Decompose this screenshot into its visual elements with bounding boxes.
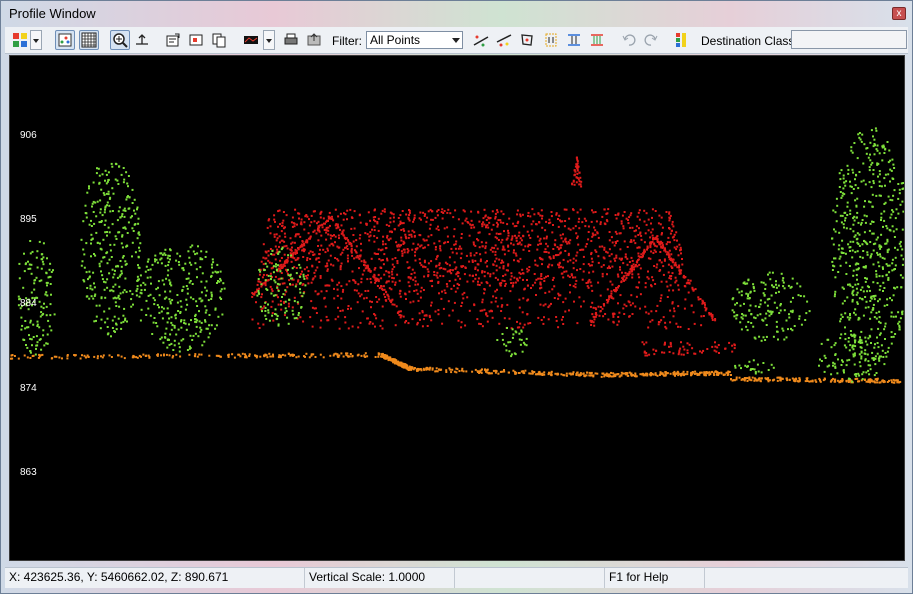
points-button[interactable] <box>55 30 75 50</box>
scatter-icon <box>58 33 72 47</box>
grid-button[interactable] <box>79 30 99 50</box>
classify-multi-button[interactable] <box>587 30 607 50</box>
y-tick-label: 884 <box>20 298 37 309</box>
toolbar: Filter: All Points Destination Class: <box>5 27 908 54</box>
multi-range-icon <box>591 34 603 46</box>
copy-view-icon <box>189 34 203 46</box>
undo-button[interactable] <box>619 30 639 50</box>
range-icon <box>568 34 580 46</box>
clipboard-button[interactable] <box>186 30 206 50</box>
zoom-button[interactable] <box>110 30 130 50</box>
line-style-icon <box>244 36 258 44</box>
y-tick-label: 874 <box>20 383 37 394</box>
profile-plot[interactable]: 906 895 884 874 863 <box>9 55 905 561</box>
pan-button[interactable] <box>132 30 152 50</box>
status-bar: X: 423625.36, Y: 5460662.02, Z: 890.671 … <box>5 567 908 588</box>
display-mode-dropdown[interactable] <box>30 30 42 50</box>
class-legend-button[interactable] <box>671 30 691 50</box>
line-style-dropdown[interactable] <box>263 30 275 50</box>
print-button[interactable] <box>281 30 301 50</box>
redo-button[interactable] <box>641 30 661 50</box>
profile-window: Profile Window x Filter: All Points Dest… <box>0 0 913 594</box>
status-empty-cell <box>455 568 605 588</box>
y-tick-label: 863 <box>20 467 37 478</box>
export-icon <box>307 33 321 46</box>
vertical-scale-readout: Vertical Scale: 1.0000 <box>305 568 455 588</box>
grid-icon <box>81 32 97 48</box>
line-classify-icon <box>473 35 489 47</box>
y-tick-label: 895 <box>20 214 37 225</box>
print-icon <box>284 33 298 45</box>
chevron-down-icon <box>452 38 460 43</box>
destination-class-field[interactable] <box>791 30 907 49</box>
window-title: Profile Window <box>9 6 96 21</box>
filter-value: All Points <box>370 33 421 47</box>
redo-icon <box>644 34 658 46</box>
filter-label: Filter: <box>332 34 362 48</box>
line-classify-above-icon <box>496 34 512 47</box>
palette-icon <box>13 33 27 47</box>
copy-button[interactable] <box>209 30 229 50</box>
move-icon <box>136 34 148 45</box>
filter-select[interactable]: All Points <box>366 31 463 49</box>
copy-icon <box>212 33 226 48</box>
properties-icon <box>166 33 180 47</box>
zoom-icon <box>113 33 128 48</box>
export-button[interactable] <box>304 30 324 50</box>
properties-button[interactable] <box>163 30 183 50</box>
line-style-button[interactable] <box>241 30 261 50</box>
coordinates-readout: X: 423625.36, Y: 5460662.02, Z: 890.671 <box>5 568 305 588</box>
brush-icon <box>545 33 557 47</box>
y-tick-label: 906 <box>20 130 37 141</box>
classify-below-line-button[interactable] <box>471 30 491 50</box>
point-cloud <box>10 127 904 384</box>
help-hint: F1 for Help <box>605 568 705 588</box>
classify-range-button[interactable] <box>564 30 584 50</box>
fence-icon <box>521 34 533 46</box>
classify-fence-button[interactable] <box>517 30 537 50</box>
classify-above-line-button[interactable] <box>494 30 514 50</box>
title-bar[interactable]: Profile Window x <box>1 1 912 27</box>
close-button[interactable]: x <box>892 7 906 20</box>
classify-brush-button[interactable] <box>541 30 561 50</box>
undo-icon <box>622 34 636 46</box>
display-mode-button[interactable] <box>10 30 30 50</box>
class-palette-icon <box>676 33 686 47</box>
destination-class-label: Destination Class: <box>701 34 798 48</box>
